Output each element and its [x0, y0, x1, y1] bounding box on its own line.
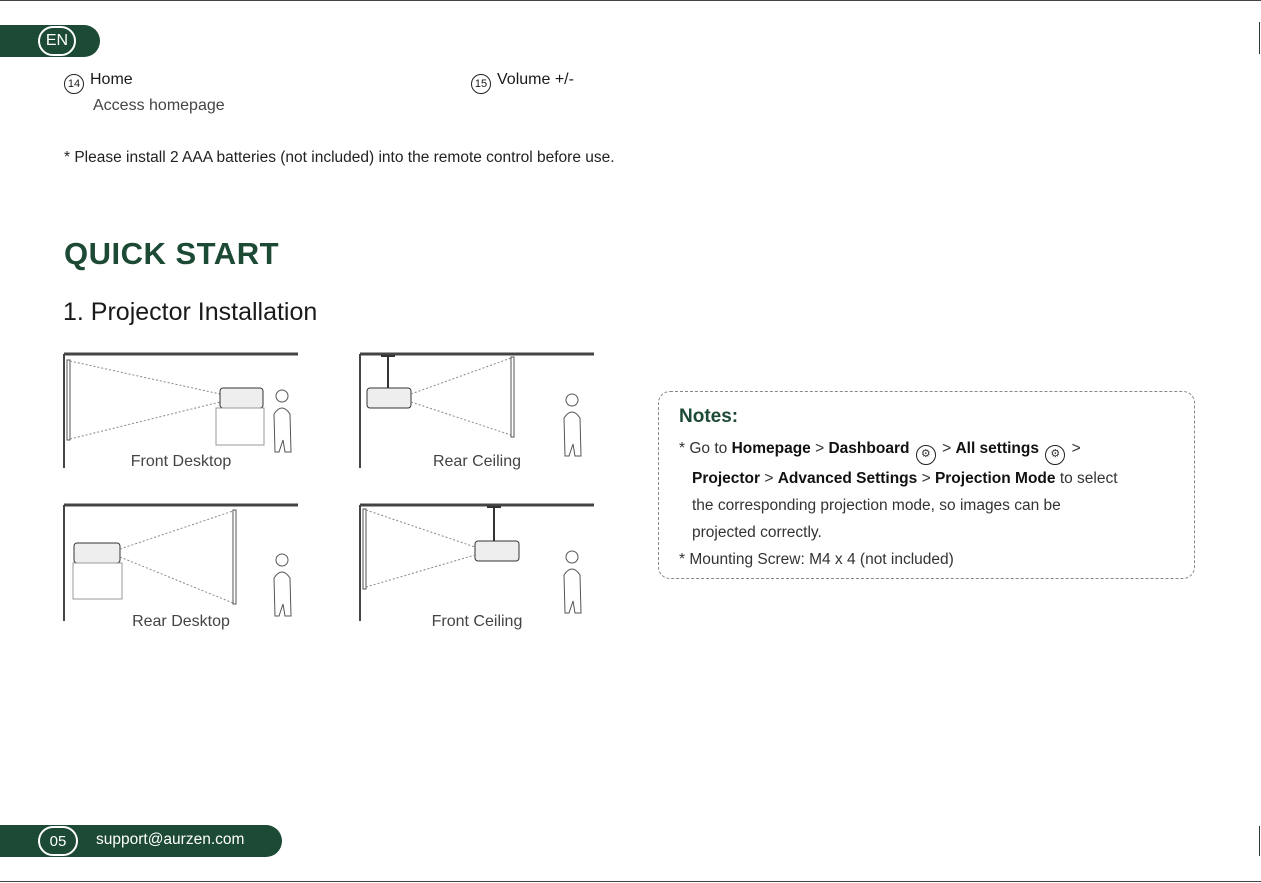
diagram-rear-desktop: [63, 503, 303, 623]
battery-note: * Please install 2 AAA batteries (not in…: [64, 149, 615, 166]
notes-text: * Go to Homepage > Dashboard ⚙ > All set…: [679, 435, 1179, 573]
item-home: 14 Home: [64, 71, 133, 94]
language-badge: EN: [38, 26, 76, 56]
right-edge-mark: [1259, 22, 1260, 54]
notes-title: Notes:: [679, 406, 739, 427]
nav-homepage: Homepage: [731, 440, 811, 457]
support-email-link[interactable]: support@aurzen.com: [96, 831, 244, 849]
item-number-badge: 14: [64, 74, 84, 94]
item-number-badge: 15: [471, 74, 491, 94]
nav-projector: Projector: [692, 469, 761, 487]
bottom-rule: [0, 881, 1261, 882]
gear-icon: ⚙: [1045, 444, 1066, 465]
diagram-front-ceiling: [359, 503, 599, 623]
right-edge-mark-bottom: [1259, 826, 1260, 856]
notes-line-4: projected correctly.: [692, 523, 822, 541]
separator: >: [810, 440, 829, 457]
page-number: 05: [38, 826, 78, 856]
separator: >: [917, 469, 935, 487]
gear-icon: ⚙: [915, 444, 936, 465]
notes-suffix: to select: [1055, 469, 1118, 487]
diagram-label: Front Ceiling: [431, 613, 523, 630]
separator: >: [760, 469, 778, 487]
notes-line-5: * Mounting Screw: M4 x 4 (not included): [679, 550, 954, 568]
notes-prefix: * Go to: [679, 440, 732, 457]
diagram-label: Front Desktop: [130, 453, 232, 470]
diagram-label: Rear Ceiling: [432, 453, 522, 470]
item-title: Home: [90, 71, 133, 88]
notes-box: Notes: * Go to Homepage > Dashboard ⚙ > …: [658, 391, 1195, 579]
notes-line-2: Projector > Advanced Settings > Projecti…: [679, 465, 1179, 492]
nav-all-settings: All settings: [955, 440, 1039, 457]
separator: >: [937, 440, 956, 457]
subsection-title: 1. Projector Installation: [63, 298, 318, 326]
section-title: QUICK START: [64, 236, 280, 271]
nav-advanced-settings: Advanced Settings: [777, 469, 918, 487]
diagram-label: Rear Desktop: [132, 613, 230, 630]
separator: >: [1067, 440, 1081, 457]
notes-line-3: the corresponding projection mode, so im…: [692, 496, 1061, 514]
nav-projection-mode: Projection Mode: [934, 469, 1056, 487]
nav-dashboard: Dashboard: [828, 440, 910, 457]
item-description: Access homepage: [93, 97, 225, 114]
item-volume: 15 Volume +/-: [471, 71, 574, 94]
notes-line-1: * Go to Homepage > Dashboard ⚙ > All set…: [679, 435, 1179, 465]
item-title: Volume +/-: [497, 71, 574, 88]
top-rule: [0, 0, 1261, 1]
